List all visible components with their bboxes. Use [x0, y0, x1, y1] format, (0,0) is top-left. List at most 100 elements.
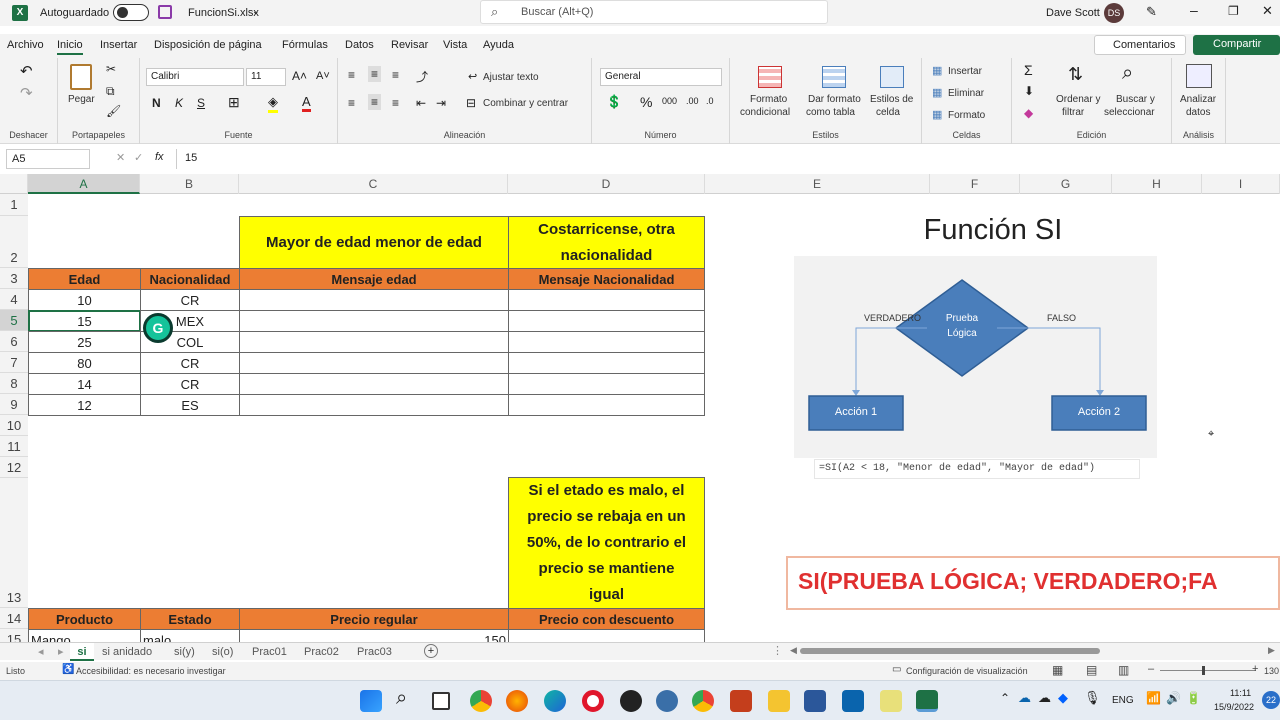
opera-icon[interactable] [582, 690, 604, 712]
name-box[interactable]: A5 [6, 149, 90, 169]
align-center-icon[interactable]: ≡ [368, 94, 382, 110]
format-cells-label[interactable]: Formato [948, 110, 985, 121]
cell-mensaje-nacionalidad[interactable] [508, 394, 705, 416]
search-taskbar-icon[interactable]: ⌕ [396, 687, 407, 710]
zoom-out-icon[interactable]: – [1148, 663, 1154, 675]
cell-edad[interactable]: 10 [28, 289, 141, 311]
battery-icon[interactable]: 🔋 [1186, 691, 1201, 705]
fill-icon[interactable]: ⬇ [1024, 84, 1034, 98]
close-icon[interactable]: ✕ [1262, 3, 1273, 19]
pen-icon[interactable]: ✎ [1146, 4, 1157, 20]
page-layout-icon[interactable]: ▤ [1086, 663, 1097, 677]
sort-filter-icon[interactable]: ⇅ [1068, 64, 1083, 85]
cut-icon[interactable]: ✂ [106, 62, 116, 76]
avatar[interactable]: DS [1104, 3, 1124, 23]
cell-styles-label-2[interactable]: celda [876, 107, 900, 118]
view-settings[interactable]: Configuración de visualización [906, 666, 1028, 676]
header-precio-descuento[interactable]: Precio con descuento [508, 608, 705, 630]
sheet-tab-si[interactable]: si [70, 643, 94, 661]
header-estado[interactable]: Estado [140, 608, 240, 630]
zoom-slider[interactable] [1160, 666, 1256, 675]
sheet-tab-prac03[interactable]: Prac03 [357, 643, 392, 661]
conditional-format-label-2[interactable]: condicional [740, 107, 790, 118]
app-steam-icon[interactable] [656, 690, 678, 712]
cell-precio-descuento[interactable] [508, 629, 705, 642]
menu-disposicion[interactable]: Disposición de página [154, 39, 262, 51]
decrease-indent-icon[interactable]: ⇤ [416, 96, 426, 110]
cell-precio-regular[interactable]: 150 [239, 629, 509, 642]
sheet-tab-si-o[interactable]: si(o) [212, 643, 233, 661]
syntax-banner[interactable]: SI(PRUEBA LÓGICA; VERDADERO;FA [786, 556, 1280, 610]
next-sheet-icon[interactable]: ▸ [58, 645, 64, 658]
onedrive-icon[interactable]: ☁ [1018, 690, 1031, 706]
powerpoint-icon[interactable] [730, 690, 752, 712]
wrap-text-icon[interactable]: ↩ [468, 70, 477, 83]
cell-edad[interactable]: 12 [28, 394, 141, 416]
copy-icon[interactable]: ⧉ [106, 84, 115, 99]
edge-icon[interactable] [544, 690, 566, 712]
borders-icon[interactable]: ⊞ [228, 94, 240, 111]
menu-archivo[interactable]: Archivo [7, 39, 44, 51]
percent-icon[interactable]: % [640, 94, 652, 110]
scroll-left-icon[interactable]: ◀ [790, 645, 797, 656]
add-sheet-icon[interactable]: + [424, 644, 438, 658]
increase-indent-icon[interactable]: ⇥ [436, 96, 446, 110]
table-format-icon[interactable] [822, 66, 846, 88]
mic-icon[interactable]: 🎙 [1084, 690, 1101, 706]
dropbox-icon[interactable]: ◆ [1058, 690, 1068, 706]
orientation-icon[interactable]: ⤴ [416, 68, 428, 85]
find-select-label-1[interactable]: Buscar y [1116, 94, 1155, 105]
merge-center-label[interactable]: Combinar y centrar [483, 98, 568, 109]
row-header[interactable]: 6 [0, 331, 28, 352]
menu-formulas[interactable]: Fórmulas [282, 39, 328, 51]
cell-edad[interactable]: 25 [28, 331, 141, 353]
notepad-icon[interactable] [880, 690, 902, 712]
firefox-icon[interactable] [506, 690, 528, 712]
cell-mensaje-edad[interactable] [239, 331, 509, 353]
conditional-format-label-1[interactable]: Formato [750, 94, 787, 105]
row-header[interactable]: 1 [0, 194, 28, 216]
cell-mensaje-edad[interactable] [239, 394, 509, 416]
cell-edad[interactable]: 14 [28, 373, 141, 395]
outlook-icon[interactable] [842, 690, 864, 712]
col-header-h[interactable]: H [1112, 174, 1202, 194]
autosum-icon[interactable]: Σ [1024, 62, 1033, 78]
header-mensaje-nacionalidad[interactable]: Mensaje Nacionalidad [508, 268, 705, 290]
language-indicator[interactable]: ENG [1112, 695, 1134, 706]
row-header[interactable]: 4 [0, 289, 28, 310]
select-all-corner[interactable] [0, 174, 28, 194]
redo-icon[interactable]: ↷ [20, 84, 33, 102]
table1-title-c[interactable]: Mayor de edad menor de edad [239, 216, 509, 269]
row-header[interactable]: 11 [0, 436, 28, 457]
row-header[interactable]: 7 [0, 352, 28, 373]
grammarly-icon[interactable]: G [143, 313, 173, 343]
align-top-icon[interactable]: ≡ [348, 68, 355, 82]
cell-mensaje-edad[interactable] [239, 289, 509, 311]
fx-icon[interactable]: fx [155, 151, 164, 163]
row-header[interactable]: 12 [0, 457, 28, 478]
windows-start-icon[interactable] [360, 690, 382, 712]
word-icon[interactable] [804, 690, 826, 712]
analyze-data-icon[interactable] [1186, 64, 1212, 88]
row-header[interactable]: 14 [0, 608, 28, 629]
page-break-icon[interactable]: ▥ [1118, 663, 1129, 677]
cell-edad[interactable]: 80 [28, 352, 141, 374]
thousands-icon[interactable]: 000 [662, 96, 677, 106]
header-producto[interactable]: Producto [28, 608, 141, 630]
table-format-label-1[interactable]: Dar formato [808, 94, 861, 105]
clear-icon[interactable]: ◆ [1024, 106, 1033, 120]
clock-date[interactable]: 15/9/2022 [1214, 702, 1254, 712]
cell-mensaje-nacionalidad[interactable] [508, 352, 705, 374]
horizontal-scrollbar[interactable] [800, 648, 1100, 654]
analyze-data-label-2[interactable]: datos [1186, 107, 1210, 118]
cell-mensaje-nacionalidad[interactable] [508, 331, 705, 353]
prev-sheet-icon[interactable]: ◂ [38, 645, 44, 658]
excel-taskbar-icon[interactable] [916, 690, 938, 712]
row-header[interactable]: 10 [0, 415, 28, 436]
row-header[interactable]: 2 [0, 216, 28, 268]
number-format-select[interactable]: General [600, 68, 722, 86]
app-dark-icon[interactable] [620, 690, 642, 712]
cell-nacionalidad[interactable]: CR [140, 289, 240, 311]
align-middle-icon[interactable]: ≡ [368, 66, 382, 82]
cell-producto[interactable]: Mango [28, 629, 141, 642]
